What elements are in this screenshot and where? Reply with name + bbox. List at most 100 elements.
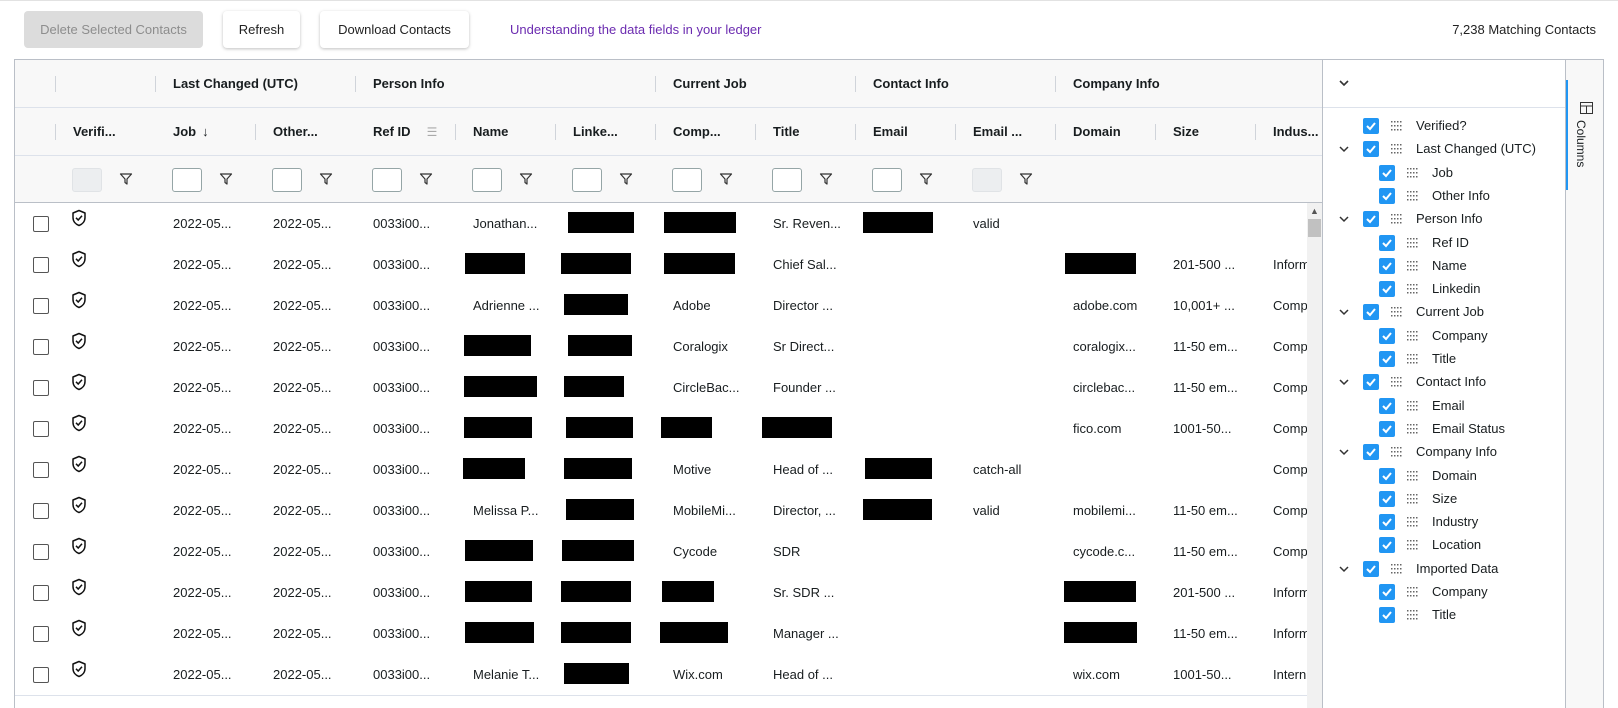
column-toggle-item[interactable]: Imported Data	[1323, 557, 1553, 581]
column-visible-checkbox[interactable]	[1363, 560, 1379, 577]
chevron-down-icon[interactable]	[1337, 76, 1351, 90]
row-select-checkbox[interactable]	[33, 626, 49, 642]
column-visible-checkbox[interactable]	[1379, 490, 1395, 507]
column-visible-checkbox[interactable]	[1379, 607, 1395, 624]
column-toggle-item[interactable]: Other Info	[1323, 184, 1553, 208]
drag-handle-icon[interactable]	[1391, 306, 1403, 318]
row-select-checkbox[interactable]	[33, 544, 49, 560]
drag-handle-icon[interactable]	[1391, 446, 1403, 458]
table-row[interactable]: 2022-05... 2022-05... 0033i00... Coralogix S…	[15, 326, 1308, 368]
column-visible-checkbox[interactable]	[1379, 537, 1395, 554]
filter-input-name[interactable]	[472, 168, 502, 192]
column-header-company[interactable]: Comp...	[655, 108, 755, 156]
column-visible-checkbox[interactable]	[1363, 211, 1379, 228]
drag-handle-icon[interactable]	[1407, 400, 1419, 412]
column-visible-checkbox[interactable]	[1363, 118, 1379, 134]
column-visible-checkbox[interactable]	[1379, 164, 1395, 181]
column-visible-checkbox[interactable]	[1379, 584, 1395, 600]
column-visible-checkbox[interactable]	[1379, 187, 1395, 204]
filter-icon[interactable]	[719, 172, 733, 186]
filter-icon[interactable]	[219, 172, 233, 186]
drag-handle-icon[interactable]	[1407, 516, 1419, 528]
column-visible-checkbox[interactable]	[1379, 257, 1395, 274]
filter-input-title[interactable]	[772, 168, 802, 192]
column-toggle-item[interactable]: Email Status	[1323, 417, 1553, 441]
row-select-checkbox[interactable]	[33, 216, 49, 232]
drag-handle-icon[interactable]	[1407, 470, 1419, 482]
column-toggle-item[interactable]: Size	[1323, 487, 1553, 511]
column-menu-icon[interactable]: ☰	[424, 108, 440, 156]
drag-handle-icon[interactable]	[1407, 586, 1419, 598]
column-visible-checkbox[interactable]	[1363, 444, 1379, 461]
filter-icon[interactable]	[119, 172, 133, 186]
column-toggle-item[interactable]: Company	[1323, 580, 1553, 604]
column-visible-checkbox[interactable]	[1379, 234, 1395, 251]
drag-handle-icon[interactable]	[1407, 609, 1419, 621]
column-header-job[interactable]: Job ↓	[155, 108, 255, 156]
row-select-checkbox[interactable]	[33, 503, 49, 519]
row-select-checkbox[interactable]	[33, 380, 49, 396]
row-select-checkbox[interactable]	[33, 585, 49, 601]
group-header-company-info[interactable]: Company Info	[1055, 60, 1315, 108]
download-contacts-button[interactable]: Download Contacts	[320, 11, 469, 48]
filter-icon[interactable]	[619, 172, 633, 186]
column-header-other-info[interactable]: Other...	[255, 108, 355, 156]
group-header-current-job[interactable]: Current Job	[655, 60, 855, 108]
filter-input-email[interactable]	[872, 168, 902, 192]
chevron-down-icon[interactable]	[1337, 445, 1351, 459]
column-toggle-item[interactable]: Industry	[1323, 510, 1553, 534]
table-row[interactable]: 2022-05... 2022-05... 0033i00... Adrienne .…	[15, 285, 1308, 327]
column-toggle-item[interactable]: Name	[1323, 254, 1553, 278]
chevron-down-icon[interactable]	[1337, 142, 1351, 156]
table-row[interactable]: 2022-05... 2022-05... 0033i00... Melanie T.…	[15, 654, 1307, 696]
filter-input-company[interactable]	[672, 168, 702, 192]
column-header-size[interactable]: Size	[1155, 108, 1255, 156]
column-visible-checkbox[interactable]	[1363, 141, 1379, 158]
table-row[interactable]: 2022-05... 2022-05... 0033i00... CircleBac.…	[15, 367, 1308, 409]
drag-handle-icon[interactable]	[1407, 167, 1419, 179]
drag-handle-icon[interactable]	[1407, 493, 1419, 505]
filter-icon[interactable]	[819, 172, 833, 186]
row-select-checkbox[interactable]	[33, 298, 49, 314]
group-header-last-changed[interactable]: Last Changed (UTC)	[155, 60, 355, 108]
column-toggle-item[interactable]: Person Info	[1323, 207, 1553, 231]
column-toggle-item[interactable]: Current Job	[1323, 300, 1553, 324]
column-visible-checkbox[interactable]	[1379, 351, 1395, 367]
column-toggle-item[interactable]: Linkedin	[1323, 277, 1553, 301]
column-header-verified[interactable]: Verifi...	[55, 108, 155, 156]
table-row[interactable]: 2022-05... 2022-05... 0033i00... fico.com 10…	[15, 408, 1308, 450]
column-header-name[interactable]: Name	[455, 108, 555, 156]
column-toggle-item[interactable]: Location	[1323, 533, 1553, 557]
help-link[interactable]: Understanding the data fields in your le…	[510, 22, 762, 37]
drag-handle-icon[interactable]	[1391, 143, 1403, 155]
tab-columns[interactable]: Columns	[1566, 80, 1603, 190]
drag-handle-icon[interactable]	[1391, 120, 1403, 132]
table-row[interactable]: 2022-05... 2022-05... 0033i00... Sr. SDR ..…	[15, 572, 1310, 614]
column-toggle-item[interactable]: Title	[1323, 347, 1553, 371]
column-toggle-item[interactable]: Last Changed (UTC)	[1323, 137, 1553, 161]
table-row[interactable]: 2022-05... 2022-05... 0033i00... Motive Head…	[15, 449, 1308, 491]
column-header-domain[interactable]: Domain	[1055, 108, 1155, 156]
scrollbar-thumb[interactable]	[1308, 219, 1321, 237]
column-visible-checkbox[interactable]	[1379, 327, 1395, 344]
column-header-linkedin[interactable]: Linke...	[555, 108, 655, 156]
column-toggle-item[interactable]: Email	[1323, 394, 1553, 418]
column-visible-checkbox[interactable]	[1379, 514, 1395, 531]
filter-input-job[interactable]	[172, 168, 202, 192]
refresh-button[interactable]: Refresh	[223, 11, 300, 48]
table-row[interactable]: 2022-05... 2022-05... 0033i00... Manager ..…	[15, 613, 1310, 655]
group-header-contact-info[interactable]: Contact Info	[855, 60, 1055, 108]
column-header-email[interactable]: Email	[855, 108, 955, 156]
table-row[interactable]: 2022-05... 2022-05... 0033i00... Chief Sal.…	[15, 244, 1310, 286]
column-toggle-item[interactable]: Verified?	[1323, 114, 1553, 138]
column-toggle-item[interactable]: Company	[1323, 324, 1553, 348]
column-toggle-item[interactable]: Title	[1323, 603, 1553, 627]
filter-input-ref-id[interactable]	[372, 168, 402, 192]
filter-input-other-info[interactable]	[272, 168, 302, 192]
group-header-person-info[interactable]: Person Info	[355, 60, 645, 108]
table-row[interactable]: 2022-05... 2022-05... 0033i00... Melissa P.…	[15, 490, 1308, 532]
row-select-checkbox[interactable]	[33, 257, 49, 273]
drag-handle-icon[interactable]	[1407, 283, 1419, 295]
drag-handle-icon[interactable]	[1407, 237, 1419, 249]
column-visible-checkbox[interactable]	[1379, 397, 1395, 414]
